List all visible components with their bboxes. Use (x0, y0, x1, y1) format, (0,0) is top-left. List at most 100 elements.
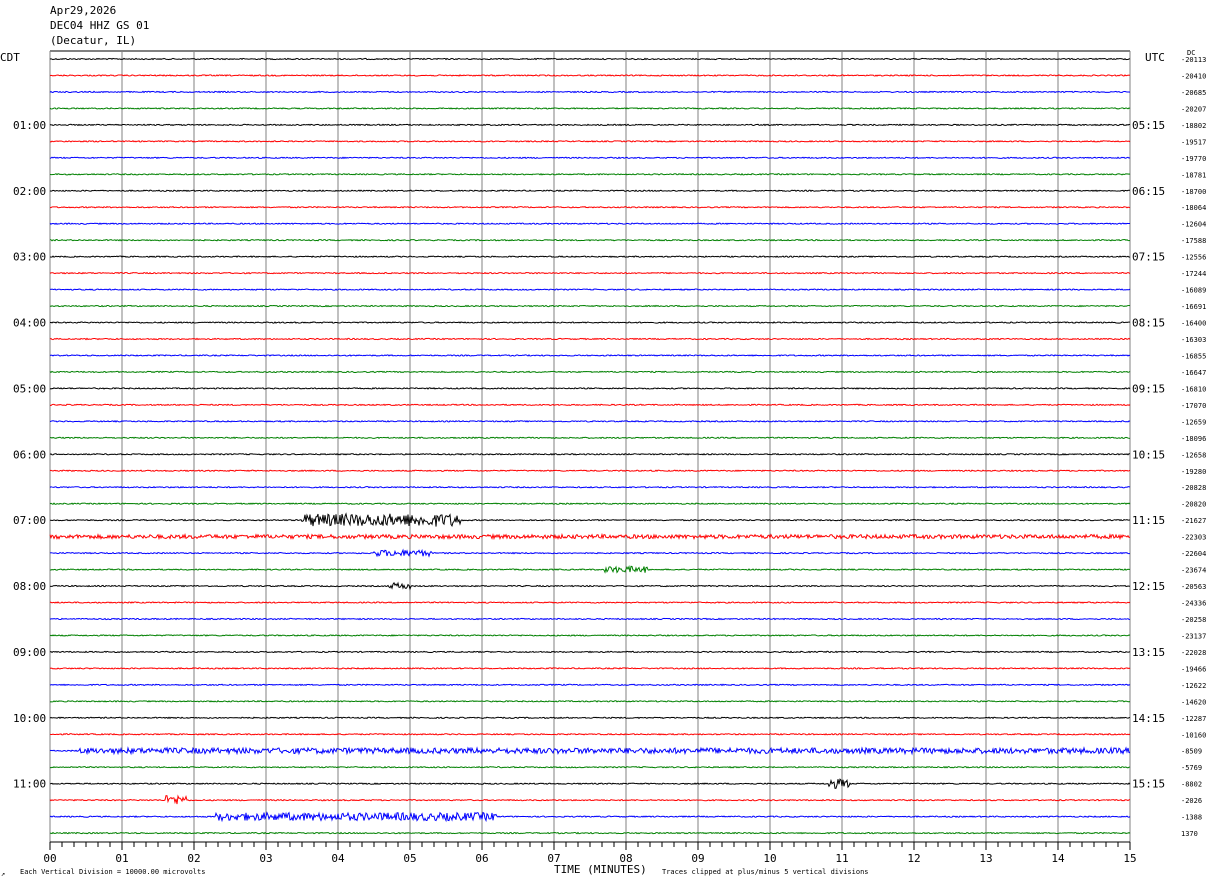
dc-offset-label: -5769 (1181, 764, 1202, 772)
seismic-trace (49, 107, 1131, 110)
dc-offset-label: -20113 (1181, 56, 1206, 64)
dc-offset-label: -12622 (1181, 682, 1206, 690)
cdt-hour-label: 07:00 (13, 514, 46, 527)
dc-offset-label: -23137 (1181, 632, 1206, 640)
dc-offset-label: -20685 (1181, 89, 1206, 97)
dc-offset-label: -20410 (1181, 72, 1206, 80)
dc-offset-label: -10160 (1181, 731, 1206, 739)
x-tick-label: 04 (331, 852, 345, 865)
seismic-trace (49, 634, 1131, 637)
seismic-trace (49, 321, 1131, 324)
dc-offset-label: -18096 (1181, 435, 1206, 443)
seismic-trace (49, 716, 1131, 720)
cdt-hour-label: 06:00 (13, 448, 46, 461)
seismic-trace (49, 304, 1131, 308)
seismic-trace (49, 732, 1131, 736)
dc-offset-label: -22028 (1181, 649, 1206, 657)
dc-offset-label: -18781 (1181, 171, 1206, 179)
seismic-trace (49, 403, 1131, 407)
utc-hour-label: 15:15 (1132, 778, 1165, 791)
dc-offset-label: -12287 (1181, 715, 1206, 723)
seismic-trace (49, 581, 1131, 591)
seismic-trace (49, 502, 1131, 505)
dc-offset-label: 1370 (1181, 830, 1198, 838)
utc-hour-label: 08:15 (1132, 317, 1165, 330)
cdt-hour-label: 09:00 (13, 646, 46, 659)
cdt-hour-label: 05:00 (13, 382, 46, 395)
x-axis-label: TIME (MINUTES) (554, 863, 647, 876)
x-tick-label: 01 (115, 852, 128, 865)
seismic-trace (49, 601, 1131, 604)
seismic-trace (49, 564, 1131, 574)
cdt-hour-label: 01:00 (13, 119, 46, 132)
dc-offset-label: -16400 (1181, 320, 1206, 328)
helicorder-plot: -20113 -20410 -20685 -20207 -18802 -19517 -197… (13, 50, 1206, 865)
cdt-hour-label: 04:00 (13, 317, 46, 330)
seismic-trace (49, 746, 1131, 756)
utc-hour-label: 05:15 (1132, 119, 1165, 132)
cdt-hour-label: 10:00 (13, 712, 46, 725)
seismic-trace (49, 337, 1131, 341)
seismic-trace (49, 469, 1131, 473)
seismic-trace (49, 683, 1131, 687)
seismic-trace (49, 778, 1131, 789)
dc-offset-label: -24336 (1181, 600, 1206, 608)
dc-offset-label: -19280 (1181, 468, 1206, 476)
dc-offset-label: -19517 (1181, 138, 1206, 146)
seismic-trace (49, 512, 1131, 528)
dc-offset-label: -16691 (1181, 303, 1206, 311)
seismic-trace (49, 189, 1131, 193)
utc-hour-label: 07:15 (1132, 251, 1165, 264)
dc-offset-label: -18064 (1181, 204, 1206, 212)
dc-offset-label: -16647 (1181, 369, 1206, 377)
seismic-trace (49, 74, 1131, 77)
utc-hour-label: 09:15 (1132, 382, 1165, 395)
x-tick-label: 00 (43, 852, 56, 865)
x-tick-label: 09 (691, 852, 704, 865)
dc-offset-label: -16089 (1181, 287, 1206, 295)
dc-offset-label: -16855 (1181, 352, 1206, 360)
dc-offset-label: -1388 (1181, 814, 1202, 822)
utc-hour-label: 11:15 (1132, 514, 1165, 527)
dc-offset-label: -20828 (1181, 484, 1206, 492)
seismic-trace (49, 156, 1131, 160)
x-tick-label: 06 (475, 852, 488, 865)
utc-hour-label: 12:15 (1132, 580, 1165, 593)
seismic-trace (49, 452, 1131, 456)
cdt-hour-label: 08:00 (13, 580, 46, 593)
seismic-trace (49, 831, 1131, 835)
dc-offset-label: -12659 (1181, 418, 1206, 426)
seismic-trace (49, 387, 1131, 390)
seismic-trace (49, 420, 1131, 423)
seismic-trace (49, 255, 1131, 259)
utc-hour-label: 13:15 (1132, 646, 1165, 659)
dc-offset-label: -8802 (1181, 781, 1202, 789)
dc-offset-label: -20563 (1181, 583, 1206, 591)
seismic-trace (49, 238, 1131, 242)
dc-offset-label: -8509 (1181, 748, 1202, 756)
dc-offset-label: -23674 (1181, 567, 1206, 575)
utc-hour-label: 06:15 (1132, 185, 1165, 198)
dc-offset-label: -17244 (1181, 270, 1206, 278)
x-tick-label: 03 (259, 852, 272, 865)
seismic-trace (49, 650, 1131, 654)
dc-offset-label: -19466 (1181, 665, 1206, 673)
seismic-trace (49, 288, 1131, 291)
dc-offset-label: -12658 (1181, 451, 1206, 459)
dc-offset-label: -22303 (1181, 534, 1206, 542)
seismic-trace (49, 436, 1131, 440)
x-tick-label: 02 (187, 852, 200, 865)
dc-offset-label: -21627 (1181, 517, 1206, 525)
dc-offset-label: -12604 (1181, 221, 1206, 229)
seismic-trace (49, 354, 1131, 357)
seismic-trace (49, 700, 1131, 703)
scale-note: Each Vertical Division = 10000.00 microv… (20, 868, 206, 876)
dc-offset-label: -20207 (1181, 105, 1206, 113)
x-tick-label: 15 (1123, 852, 1136, 865)
seismic-trace (49, 90, 1131, 94)
dc-offset-label: -17070 (1181, 402, 1206, 410)
dc-offset-label: -20820 (1181, 501, 1206, 509)
dc-offset-label: -19770 (1181, 155, 1206, 163)
utc-hour-label: 10:15 (1132, 448, 1165, 461)
dc-offset-label: -20258 (1181, 616, 1206, 624)
